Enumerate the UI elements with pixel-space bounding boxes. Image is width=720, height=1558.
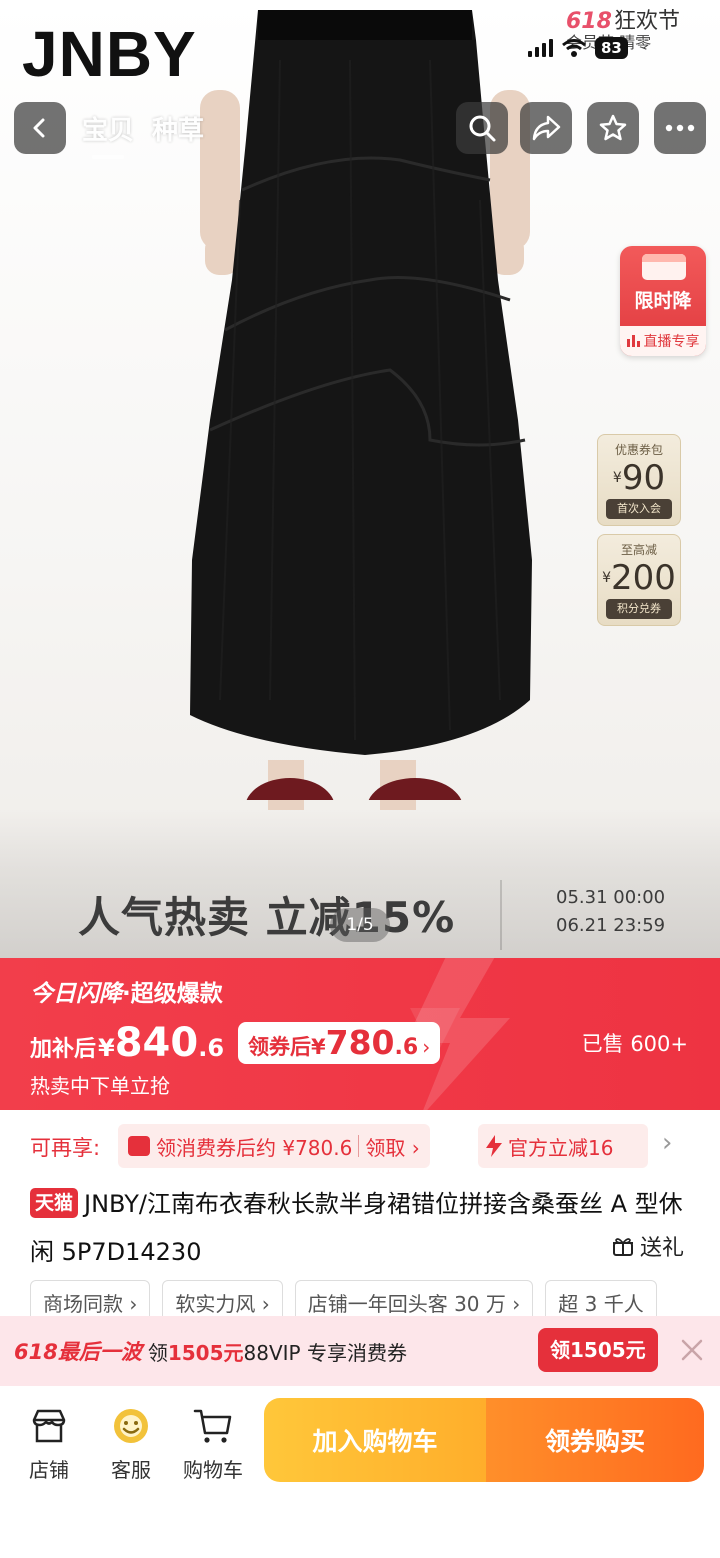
max-discount-card[interactable]: 至高减 ¥200 积分兑券 <box>597 534 681 626</box>
gift-icon <box>613 1238 633 1256</box>
chevron-right-icon: › <box>422 1035 431 1059</box>
calendar-icon <box>642 254 686 280</box>
back-icon <box>33 118 45 138</box>
official-discount-chip[interactable]: 官方立减16 <box>478 1124 648 1168</box>
chip-divider <box>358 1135 360 1157</box>
chevron-right-icon[interactable]: › <box>662 1128 672 1158</box>
flash-sale-title: 限时降 <box>634 290 692 312</box>
product-title: 天猫 JNBY/江南布衣春秋长款半身裙错位拼接含桑蚕丝 A 型休闲 5P7D142… <box>30 1180 690 1276</box>
consumer-coupon-chip[interactable]: 领消费券后约 ¥780.6 领取 › <box>118 1124 430 1168</box>
coupon-pack-currency: ¥ <box>612 470 622 486</box>
coupon-pack-value: 90 <box>621 458 666 498</box>
tab-zhongcao[interactable]: 种草 <box>152 110 204 147</box>
promo-date-end: 06.21 23:59 <box>556 915 666 936</box>
max-discount-label: 至高减 <box>620 543 657 557</box>
star-icon <box>599 114 627 141</box>
after-subsidy-price: 加补后 ¥ 840 .6 <box>30 1020 224 1066</box>
promo-618-bar: 618最后一波 领1505元88VIP 专享消费券 领1505元 <box>0 1316 720 1386</box>
lightning-icon <box>486 1135 502 1157</box>
product-title-text: JNBY/江南布衣春秋长款半身裙错位拼接含桑蚕丝 A 型休闲 5P7D14230 <box>30 1190 683 1266</box>
store-label: 店铺 <box>29 1458 69 1482</box>
customer-service-label: 客服 <box>111 1458 151 1482</box>
product-image-gallery[interactable]: JNBY 618狂欢节 会员节·晴零 83 宝贝 种草 限时降 <box>0 0 720 958</box>
coupon-price-label: 领券后 <box>248 1035 311 1059</box>
store-button[interactable]: 店铺 <box>14 1404 84 1483</box>
promo-618-text: 618 <box>566 9 612 34</box>
max-discount-foot: 积分兑券 <box>606 599 672 619</box>
cart-button[interactable]: 购物车 <box>178 1404 248 1483</box>
signal-icon <box>528 39 553 57</box>
coupon-price-currency: ¥ <box>311 1035 326 1059</box>
tab-baobei[interactable]: 宝贝 <box>82 110 134 159</box>
customer-service-button[interactable]: 客服 <box>96 1404 166 1483</box>
after-subsidy-label: 加补后 <box>30 1037 97 1062</box>
brand-logo: JNBY <box>22 18 197 90</box>
consumer-coupon-text: 领消费券后约 ¥780.6 <box>156 1135 353 1160</box>
add-to-cart-button[interactable]: 加入购物车 <box>264 1398 486 1482</box>
promo-618-text: 领1505元88VIP 专享消费券 <box>148 1337 407 1366</box>
bottom-action-bar: 店铺 客服 购物车 加入购物车 领券购买 <box>0 1386 720 1558</box>
hot-sale-hint: 热卖中下单立抢 <box>30 1074 170 1098</box>
promo-618-logo: 618最后一波 <box>14 1340 142 1364</box>
cart-icon <box>193 1409 232 1443</box>
more-button[interactable] <box>654 102 706 154</box>
share-button[interactable] <box>520 102 572 154</box>
coupon-icon <box>128 1136 150 1156</box>
max-discount-currency: ¥ <box>602 570 611 586</box>
coupon-price-dec: .6 <box>394 1035 419 1060</box>
coupon-price-pill[interactable]: 领券后 ¥ 780 .6 › <box>238 1022 441 1064</box>
live-exclusive-label: 直播专享 <box>620 326 706 356</box>
close-icon[interactable] <box>676 1334 708 1366</box>
battery-indicator: 83 <box>595 37 628 59</box>
promo-dates: 05.31 00:00 06.21 23:59 <box>556 884 665 940</box>
share-icon <box>532 115 561 141</box>
flash-deal-title: 今日闪降·超级爆款 <box>30 974 223 1008</box>
claim-action[interactable]: 领取 › <box>365 1132 419 1161</box>
more-icon <box>665 124 695 132</box>
nav-tabs: 宝贝 种草 <box>82 110 204 159</box>
search-icon <box>469 115 496 142</box>
price-banner: 今日闪降·超级爆款 加补后 ¥ 840 .6 领券后 ¥ 780 .6 › 已售… <box>0 958 720 1110</box>
after-subsidy-currency: ¥ <box>98 1034 115 1062</box>
search-button[interactable] <box>456 102 508 154</box>
sold-count: 已售 600+ <box>581 1032 688 1056</box>
store-icon <box>32 1409 66 1443</box>
wifi-icon <box>562 39 586 57</box>
coupon-price-int: 780 <box>325 1023 395 1062</box>
buy-with-coupon-button[interactable]: 领券购买 <box>486 1398 704 1482</box>
extra-discount-row: 可再享: 领消费券后约 ¥780.6 领取 › 官方立减16 › <box>0 1112 720 1176</box>
promo-date-start: 05.31 00:00 <box>556 887 666 908</box>
tmall-badge: 天猫 <box>30 1188 79 1218</box>
promo-618-suffix: 88VIP 专享消费券 <box>243 1340 407 1365</box>
customer-service-icon <box>114 1409 148 1443</box>
banner-divider <box>500 880 502 950</box>
gift-label: 送礼 <box>640 1236 685 1261</box>
max-discount-value: 200 <box>611 558 676 598</box>
coupon-pack-label: 优惠券包 <box>614 443 663 457</box>
image-page-indicator: 1/5 <box>330 908 390 942</box>
favorite-button[interactable] <box>587 102 639 154</box>
cart-label: 购物车 <box>183 1458 243 1482</box>
claim-coupon-button[interactable]: 领1505元 <box>538 1328 658 1372</box>
live-exclusive-text: 直播专享 <box>643 334 700 350</box>
back-button[interactable] <box>14 102 66 154</box>
flash-sale-badge[interactable]: 限时降 直播专享 <box>620 246 706 356</box>
promo-festival-text: 狂欢节 <box>613 9 680 34</box>
extra-discount-label: 可再享: <box>30 1136 101 1160</box>
status-icons: 83 <box>528 36 628 60</box>
coupon-pack-card[interactable]: 优惠券包 ¥90 首次入会 <box>597 434 681 526</box>
promo-618-prefix: 领 <box>147 1340 168 1365</box>
gift-button[interactable]: 送礼 <box>612 1230 684 1262</box>
flash-deal-sub: ·超级爆款 <box>122 981 223 1007</box>
hero-banner-text: 人气热卖 立减15% <box>78 893 456 942</box>
live-bars-icon <box>626 335 640 347</box>
coupon-pack-foot: 首次入会 <box>606 499 672 519</box>
after-subsidy-dec: .6 <box>198 1034 225 1062</box>
after-subsidy-int: 840 <box>114 1020 199 1066</box>
promo-618-amount: 1505元 <box>167 1340 244 1365</box>
official-discount-text: 官方立减16 <box>508 1135 614 1160</box>
flash-deal-main: 今日闪降 <box>30 981 122 1007</box>
